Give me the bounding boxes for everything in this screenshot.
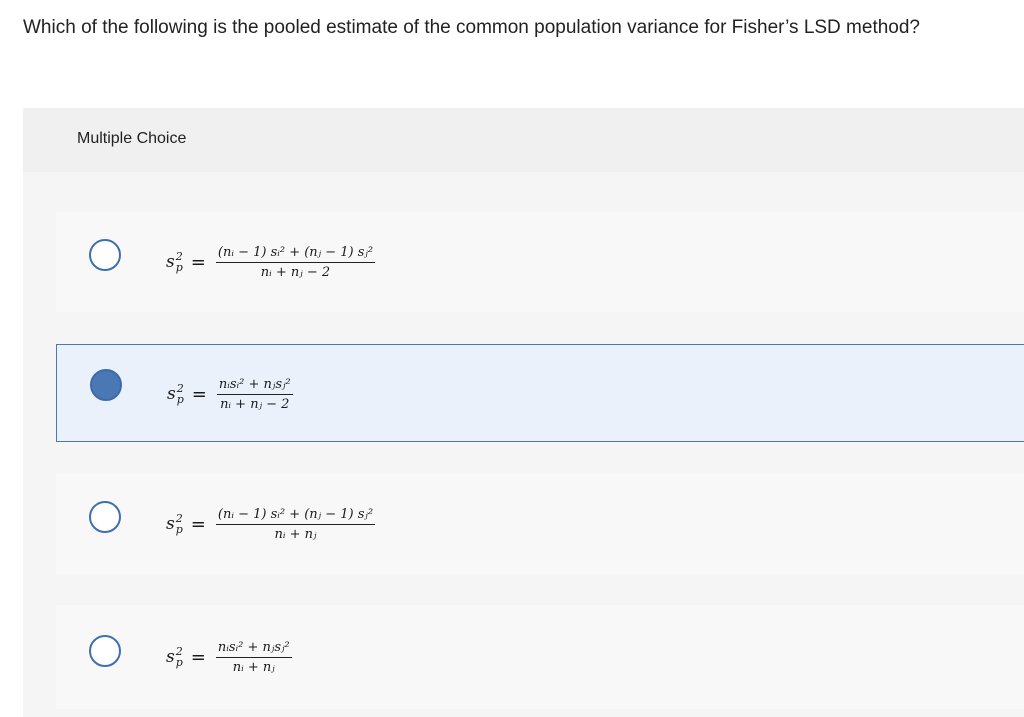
choice-option-2[interactable]: s2p = nᵢsᵢ² + nⱼsⱼ² nᵢ + nⱼ − 2 (56, 344, 1024, 442)
lhs-symbol: s (166, 514, 175, 534)
fraction-denominator: nᵢ + nⱼ (274, 526, 317, 542)
radio-button-3[interactable] (89, 501, 121, 533)
equals-sign: = (190, 646, 206, 668)
equals-sign: = (190, 251, 206, 273)
question-text: Which of the following is the pooled est… (23, 17, 920, 38)
fraction-numerator: (nᵢ − 1) sᵢ² + (nⱼ − 1) sⱼ² (215, 507, 376, 525)
fraction-numerator: nᵢsᵢ² + nⱼsⱼ² (215, 640, 292, 658)
lhs-subscript: p (175, 656, 183, 669)
formula-3: s2p = (nᵢ − 1) sᵢ² + (nⱼ − 1) sⱼ² nᵢ + n… (166, 494, 376, 554)
choice-option-3[interactable]: s2p = (nᵢ − 1) sᵢ² + (nⱼ − 1) sⱼ² nᵢ + n… (56, 474, 1024, 574)
equals-sign: = (190, 513, 206, 535)
fraction-numerator: nᵢsᵢ² + nⱼsⱼ² (216, 377, 293, 395)
fraction: nᵢsᵢ² + nⱼsⱼ² nᵢ + nⱼ (215, 640, 292, 675)
options-list: s2p = (nᵢ − 1) sᵢ² + (nⱼ − 1) sⱼ² nᵢ + n… (23, 172, 1024, 717)
equals-sign: = (191, 383, 207, 405)
formula-lhs: s2p (166, 513, 183, 535)
multiple-choice-panel: Multiple Choice s2p = (nᵢ − 1) sᵢ² + (nⱼ… (23, 108, 1024, 717)
formula-4: s2p = nᵢsᵢ² + nⱼsⱼ² nᵢ + nⱼ (166, 627, 292, 687)
fraction-denominator: nᵢ + nⱼ − 2 (260, 264, 331, 280)
radio-button-2-selected[interactable] (90, 369, 122, 401)
fraction: (nᵢ − 1) sᵢ² + (nⱼ − 1) sⱼ² nᵢ + nⱼ − 2 (215, 245, 376, 280)
lhs-subscript: p (175, 261, 183, 274)
fraction-numerator: (nᵢ − 1) sᵢ² + (nⱼ − 1) sⱼ² (215, 245, 376, 263)
fraction-denominator: nᵢ + nⱼ (232, 659, 275, 675)
formula-lhs: s2p (166, 251, 183, 273)
lhs-symbol: s (166, 252, 175, 272)
choice-option-1[interactable]: s2p = (nᵢ − 1) sᵢ² + (nⱼ − 1) sⱼ² nᵢ + n… (56, 212, 1024, 312)
formula-1: s2p = (nᵢ − 1) sᵢ² + (nⱼ − 1) sⱼ² nᵢ + n… (166, 232, 376, 292)
choice-option-4[interactable]: s2p = nᵢsᵢ² + nⱼsⱼ² nᵢ + nⱼ (56, 605, 1024, 709)
lhs-subscript: p (175, 523, 183, 536)
formula-2: s2p = nᵢsᵢ² + nⱼsⱼ² nᵢ + nⱼ − 2 (167, 364, 293, 424)
radio-button-1[interactable] (89, 239, 121, 271)
fraction: nᵢsᵢ² + nⱼsⱼ² nᵢ + nⱼ − 2 (216, 377, 293, 412)
radio-button-4[interactable] (89, 635, 121, 667)
formula-lhs: s2p (167, 383, 184, 405)
lhs-subscript: p (176, 393, 184, 406)
lhs-symbol: s (167, 384, 176, 404)
panel-title: Multiple Choice (77, 130, 187, 147)
formula-lhs: s2p (166, 646, 183, 668)
fraction: (nᵢ − 1) sᵢ² + (nⱼ − 1) sⱼ² nᵢ + nⱼ (215, 507, 376, 542)
fraction-denominator: nᵢ + nⱼ − 2 (220, 396, 290, 412)
panel-header: Multiple Choice (23, 108, 1024, 172)
lhs-symbol: s (166, 647, 175, 667)
